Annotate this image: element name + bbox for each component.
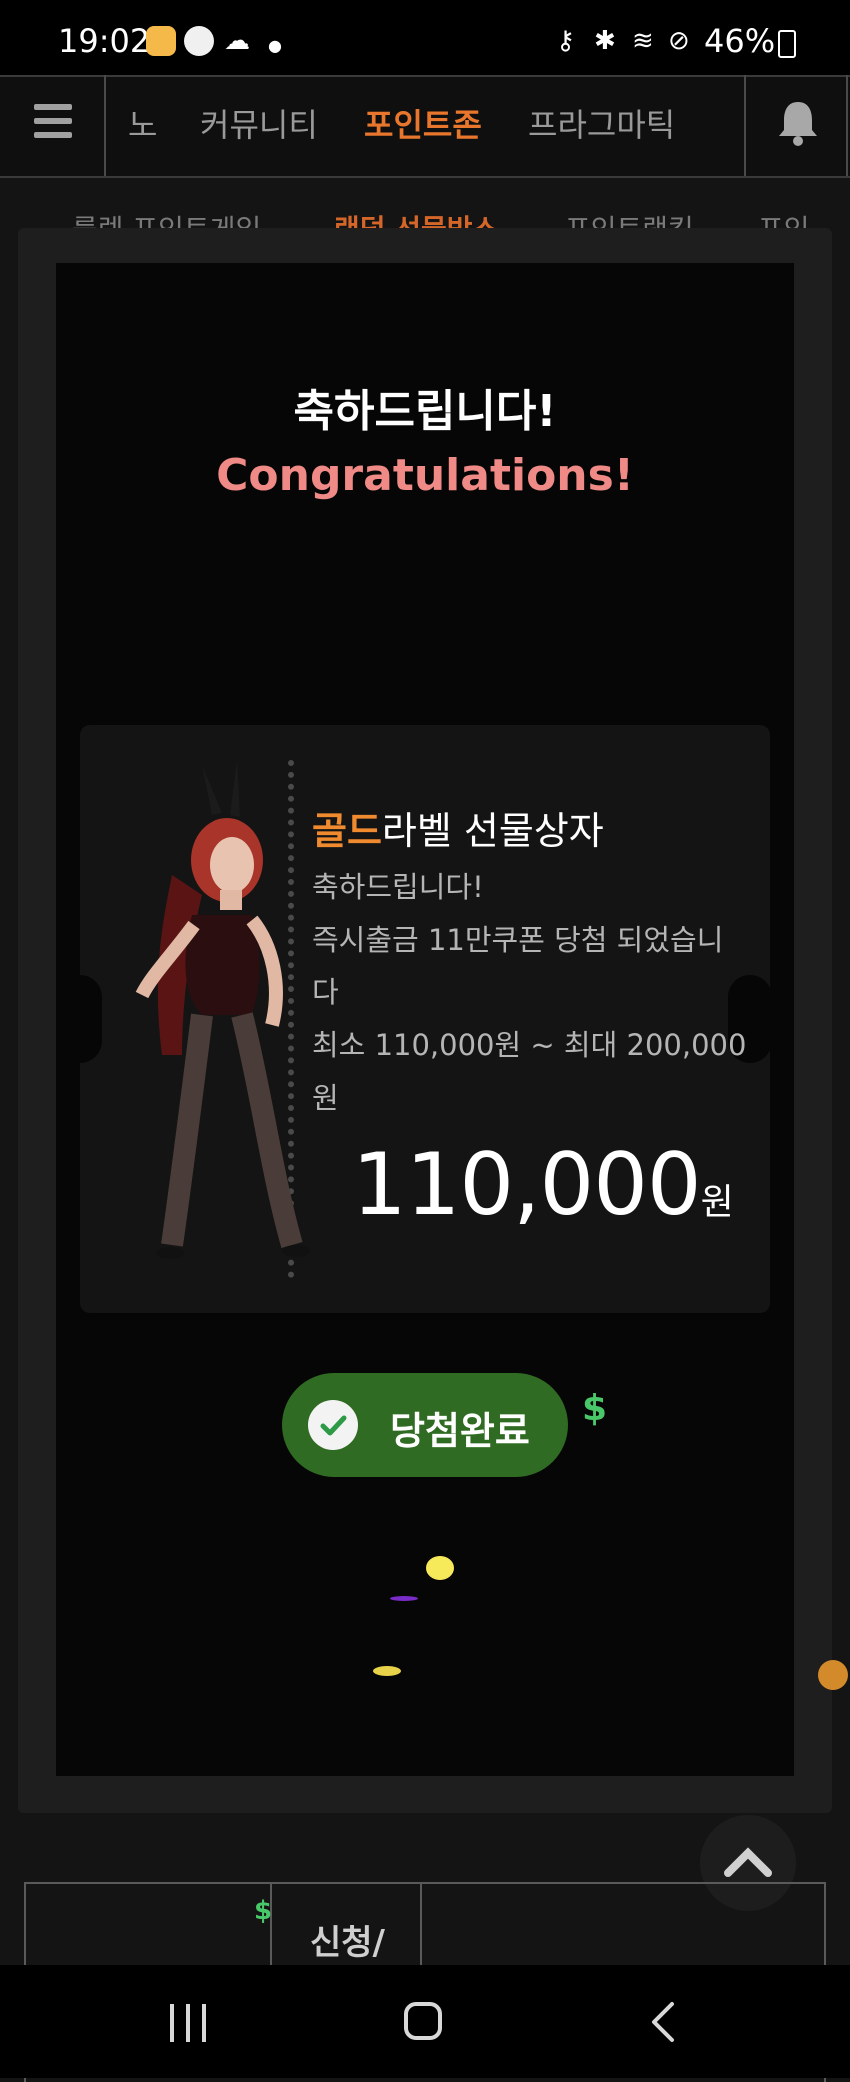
dollar-icon: $	[582, 1388, 608, 1429]
battery-icon	[778, 30, 796, 58]
bell-icon[interactable]	[774, 98, 822, 148]
prize-line: 즉시출금 11만쿠폰 당첨 되었습니	[312, 923, 724, 957]
check-icon	[308, 1400, 358, 1450]
prize-line: 원	[312, 1081, 339, 1115]
prize-done-label[interactable]: 당첨완료	[390, 1400, 530, 1455]
table-cell: 신청/	[310, 1923, 385, 1963]
menu-icon[interactable]	[34, 104, 72, 138]
nav-divider	[744, 75, 746, 176]
prize-amount: 110,000원	[352, 1135, 734, 1235]
nav-item-pragmatic[interactable]: 프라그마틱	[528, 100, 675, 146]
nav-divider	[104, 75, 106, 176]
kakao-icon	[146, 26, 176, 56]
congrats-title-en: Congratulations!	[216, 450, 634, 501]
confetti-piece	[426, 1556, 454, 1580]
prize-amount-unit: 원	[700, 1182, 734, 1223]
nav-item-community[interactable]: 커뮤니티	[200, 100, 318, 146]
prize-line: 다	[312, 975, 339, 1009]
card-notch-left	[58, 975, 102, 1063]
nav-item-partial[interactable]: 노	[128, 100, 157, 146]
prize-line: 축하드립니다!	[312, 870, 484, 904]
battery-level: 46%	[704, 22, 776, 60]
floating-coin-icon: $	[254, 1896, 273, 1926]
status-time: 19:02	[58, 22, 151, 60]
mute-icon: ⊘	[668, 26, 690, 56]
congrats-title-ko: 축하드립니다!	[293, 386, 557, 437]
prize-title: 골드라벨 선물상자	[312, 809, 604, 853]
nav-divider	[846, 75, 848, 176]
back-icon[interactable]	[648, 2000, 678, 2044]
confetti-piece	[390, 1596, 418, 1601]
bluetooth-icon: ✱	[594, 26, 616, 56]
talk-icon	[184, 26, 214, 56]
recents-icon[interactable]	[168, 2004, 208, 2042]
notification-dot-icon: ●	[268, 36, 282, 55]
key-icon: ⚷	[556, 26, 576, 56]
home-icon[interactable]	[404, 2002, 442, 2040]
nav-item-point-zone[interactable]: 포인트존	[364, 100, 482, 146]
floating-coin-icon	[818, 1660, 848, 1690]
confetti-piece	[373, 1666, 401, 1676]
prize-line: 최소 110,000원 ~ 최대 200,000	[312, 1028, 747, 1062]
weather-icon: ☁	[224, 26, 250, 56]
wifi-icon: ≋	[632, 26, 654, 56]
